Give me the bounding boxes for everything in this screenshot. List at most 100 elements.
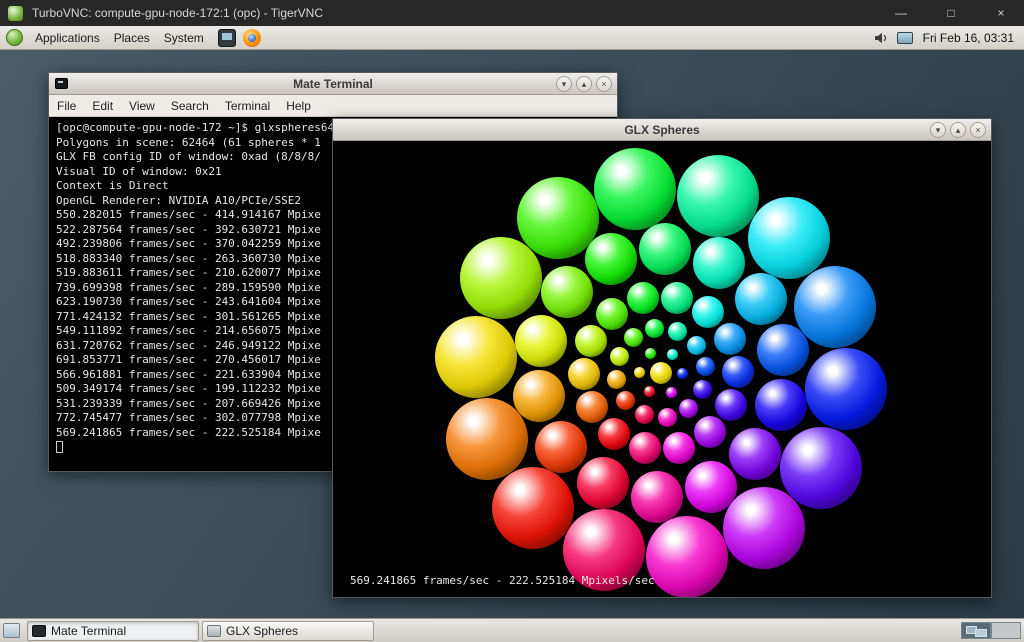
vnc-window-controls: — □ × <box>860 6 1024 20</box>
firefox-launcher-icon[interactable] <box>243 29 261 47</box>
taskbar-item-label: Mate Terminal <box>51 624 126 638</box>
sphere <box>757 324 809 376</box>
mate-menu-icon <box>6 29 23 46</box>
sphere <box>755 379 807 431</box>
sphere <box>693 380 712 399</box>
sphere <box>667 349 678 360</box>
sphere <box>677 155 759 237</box>
bottom-taskbar: Mate Terminal GLX Spheres <box>0 618 1024 642</box>
terminal-app-icon <box>55 78 68 89</box>
glx-minimize-button[interactable]: ▾ <box>930 122 946 138</box>
tigervnc-icon <box>8 6 23 21</box>
places-menu[interactable]: Places <box>107 27 157 49</box>
sphere <box>541 266 593 318</box>
workspace-switcher <box>961 622 1024 639</box>
sphere <box>748 197 830 279</box>
sphere <box>616 391 635 410</box>
sphere <box>780 427 862 509</box>
sphere <box>692 296 724 328</box>
display-settings-icon[interactable] <box>897 32 913 44</box>
sphere <box>596 298 628 330</box>
sphere <box>610 347 629 366</box>
taskbar-item-mate-terminal[interactable]: Mate Terminal <box>27 621 199 641</box>
vnc-titlebar[interactable]: TurboVNC: compute-gpu-node-172:1 (opc) -… <box>0 0 1024 26</box>
sphere <box>460 237 542 319</box>
sphere <box>435 316 517 398</box>
firefox-globe <box>248 34 256 42</box>
sphere <box>629 432 661 464</box>
sphere <box>805 348 887 430</box>
sphere <box>645 348 656 359</box>
terminal-cursor <box>56 441 63 453</box>
sphere <box>513 370 565 422</box>
terminal-menu-view[interactable]: View <box>121 96 163 116</box>
glx-window-title: GLX Spheres <box>333 123 991 137</box>
sphere <box>535 421 587 473</box>
volume-icon[interactable] <box>874 31 889 45</box>
sphere <box>715 389 747 421</box>
sphere <box>685 461 737 513</box>
sphere <box>576 391 608 423</box>
terminal-window-title: Mate Terminal <box>49 77 617 91</box>
terminal-menu-file[interactable]: File <box>49 96 84 116</box>
sphere <box>517 177 599 259</box>
sphere <box>729 428 781 480</box>
panel-notification-area: Fri Feb 16, 03:31 <box>874 27 1024 49</box>
sphere <box>634 367 645 378</box>
vnc-window-title: TurboVNC: compute-gpu-node-172:1 (opc) -… <box>32 6 323 20</box>
terminal-window-controls: ▾ ▴ × <box>556 76 617 92</box>
sphere <box>794 266 876 348</box>
sphere <box>575 325 607 357</box>
glx-fps-status: 569.241865 frames/sec - 222.525184 Mpixe… <box>350 574 655 587</box>
sphere <box>650 362 672 384</box>
terminal-menu-help[interactable]: Help <box>278 96 319 116</box>
sphere <box>627 282 659 314</box>
sphere <box>635 405 654 424</box>
terminal-menu-edit[interactable]: Edit <box>84 96 121 116</box>
terminal-menu-terminal[interactable]: Terminal <box>217 96 278 116</box>
terminal-menubar: FileEditViewSearchTerminalHelp <box>49 95 617 117</box>
workspace-2[interactable] <box>991 622 1021 639</box>
sphere <box>677 368 688 379</box>
applications-menu[interactable]: Applications <box>28 27 107 49</box>
vnc-maximize-button[interactable]: □ <box>942 6 960 20</box>
sphere <box>693 237 745 289</box>
sphere <box>723 487 805 569</box>
glx-maximize-button[interactable]: ▴ <box>950 122 966 138</box>
taskbar-item-glx-spheres[interactable]: GLX Spheres <box>202 621 374 641</box>
terminal-titlebar[interactable]: Mate Terminal ▾ ▴ × <box>49 73 617 95</box>
sphere <box>598 418 630 450</box>
sphere <box>696 357 715 376</box>
show-desktop-button[interactable] <box>3 623 20 638</box>
glx-window-controls: ▾ ▴ × <box>930 122 991 138</box>
glx-close-button[interactable]: × <box>970 122 986 138</box>
sphere <box>646 516 728 597</box>
sphere <box>694 416 726 448</box>
terminal-launcher-icon[interactable] <box>218 29 236 47</box>
system-menu[interactable]: System <box>157 27 211 49</box>
vnc-minimize-button[interactable]: — <box>892 6 910 20</box>
sphere <box>594 148 676 230</box>
sphere <box>668 322 687 341</box>
sphere <box>722 356 754 388</box>
sphere <box>568 358 600 390</box>
sphere <box>631 471 683 523</box>
panel-clock[interactable]: Fri Feb 16, 03:31 <box>921 27 1016 49</box>
sphere <box>645 319 664 338</box>
terminal-maximize-button[interactable]: ▴ <box>576 76 592 92</box>
sphere <box>661 282 693 314</box>
sphere <box>687 336 706 355</box>
sphere <box>735 273 787 325</box>
terminal-icon <box>32 625 46 637</box>
terminal-menu-search[interactable]: Search <box>163 96 217 116</box>
terminal-minimize-button[interactable]: ▾ <box>556 76 572 92</box>
sphere <box>644 386 655 397</box>
sphere <box>607 370 626 389</box>
glx-titlebar[interactable]: GLX Spheres ▾ ▴ × <box>333 119 991 141</box>
sphere <box>492 467 574 549</box>
vnc-close-button[interactable]: × <box>992 6 1010 20</box>
sphere <box>515 315 567 367</box>
sphere <box>446 398 528 480</box>
workspace-1[interactable] <box>961 622 991 639</box>
terminal-close-button[interactable]: × <box>596 76 612 92</box>
